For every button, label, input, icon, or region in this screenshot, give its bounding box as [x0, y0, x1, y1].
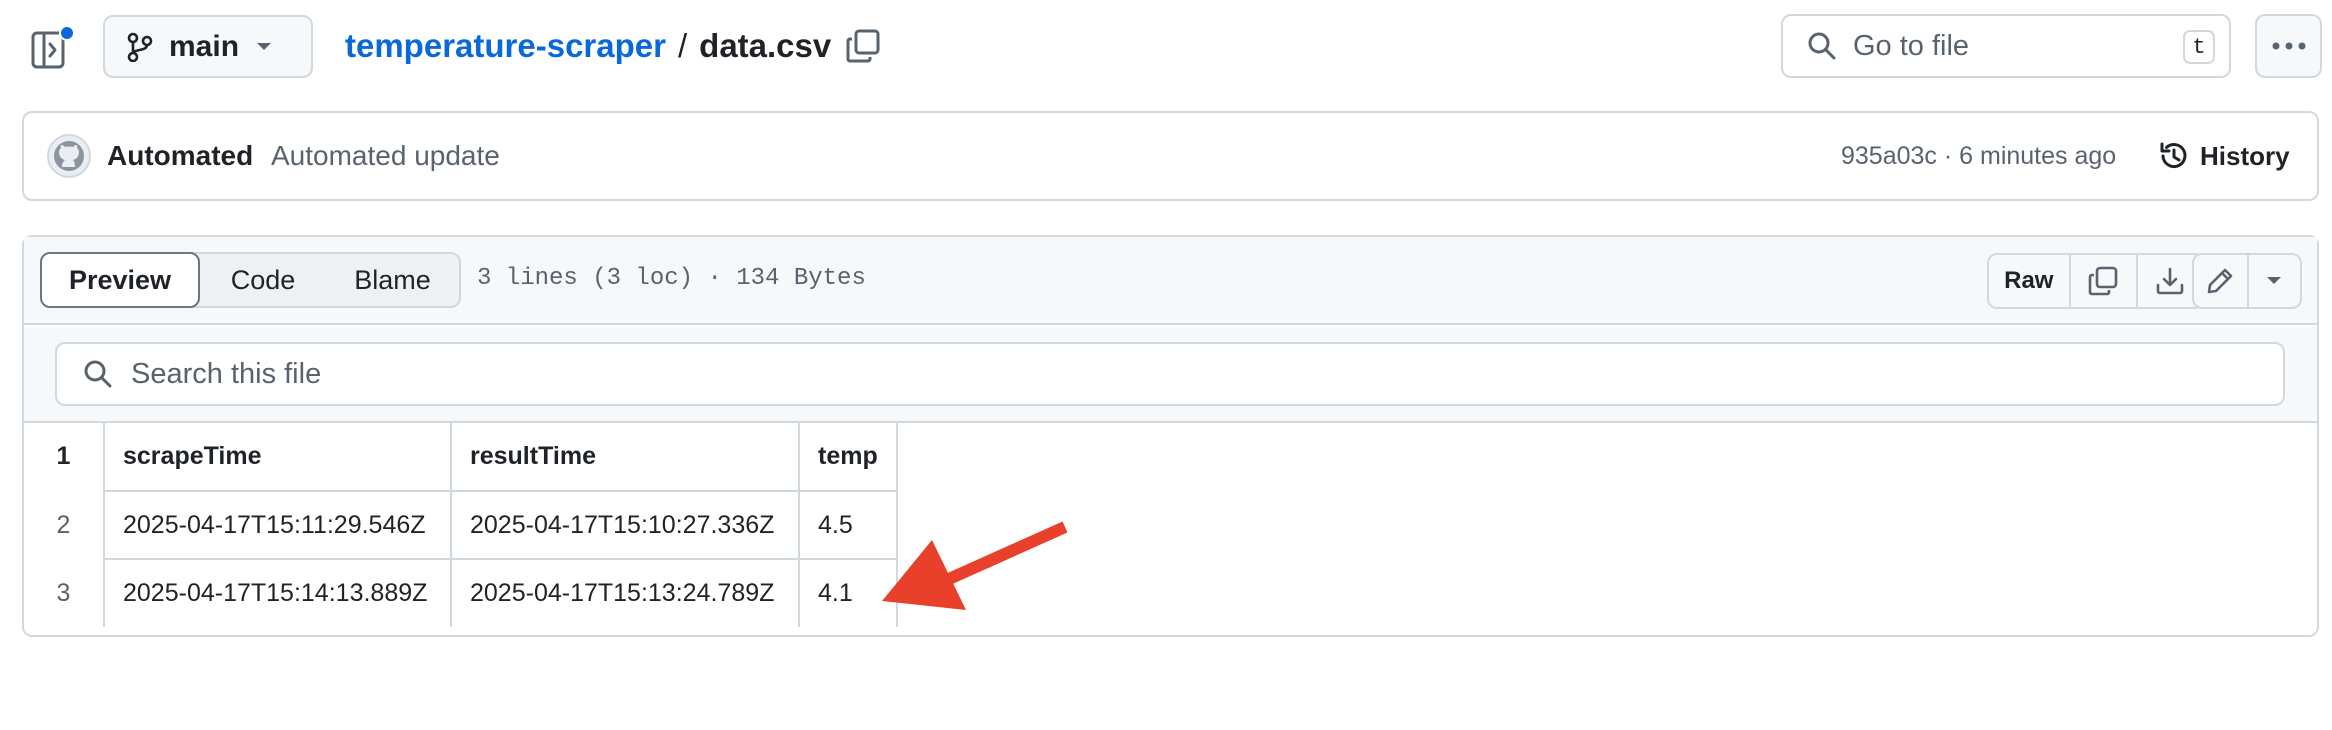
edit-options-dropdown[interactable] [2246, 255, 2300, 307]
file-actions-group: Raw [1987, 253, 2204, 309]
commit-sha-and-time[interactable]: 935a03c · 6 minutes ago [1841, 139, 2116, 173]
column-header: resultTime [450, 423, 800, 492]
download-icon [2156, 267, 2184, 295]
breadcrumb: temperature-scraper / data.csv [345, 20, 831, 72]
table-header-row: 1 scrapeTime resultTime temp [24, 423, 898, 492]
column-header: scrapeTime [103, 423, 452, 492]
line-number[interactable]: 3 [24, 558, 105, 627]
branch-selector[interactable]: main [103, 15, 313, 78]
copy-path-button[interactable] [845, 28, 881, 64]
history-icon [2160, 142, 2187, 169]
line-number[interactable]: 2 [24, 490, 105, 559]
search-this-file-placeholder: Search this file [131, 357, 322, 390]
history-label: History [2200, 140, 2290, 171]
copy-icon [2089, 266, 2118, 296]
breadcrumb-separator: / [677, 27, 688, 64]
pencil-icon [2208, 268, 2233, 294]
tab-blame[interactable]: Blame [330, 252, 455, 308]
red-arrow-icon [882, 521, 1068, 610]
table-row: 2 2025-04-17T15:11:29.546Z 2025-04-17T15… [24, 490, 898, 560]
keyboard-shortcut-badge: t [2183, 30, 2215, 64]
go-to-file-input[interactable]: Go to file t [1781, 14, 2231, 78]
line-number[interactable]: 1 [24, 423, 105, 491]
table-cell: 2025-04-17T15:13:24.789Z [450, 558, 800, 627]
breadcrumb-repo-link[interactable]: temperature-scraper [345, 27, 666, 65]
table-cell: 2025-04-17T15:10:27.336Z [450, 490, 800, 560]
column-header: temp [798, 423, 898, 492]
csv-table: 1 scrapeTime resultTime temp 2 2025-04-1… [24, 423, 898, 627]
copy-raw-button[interactable] [2071, 255, 2137, 307]
raw-button[interactable]: Raw [1989, 255, 2071, 307]
table-row: 3 2025-04-17T15:14:13.889Z 2025-04-17T15… [24, 558, 898, 627]
file-info: 3 lines (3 loc) · 134 Bytes [477, 265, 866, 292]
kebab-horizontal-icon [2272, 42, 2305, 50]
caret-down-icon [2267, 277, 2282, 284]
search-this-file-input[interactable]: Search this file [55, 342, 2285, 406]
tab-preview[interactable]: Preview [40, 252, 200, 308]
sidebar-toggle-button[interactable] [30, 24, 80, 70]
commit-message[interactable]: Automated update [271, 138, 500, 174]
breadcrumb-file-name: data.csv [699, 27, 832, 64]
table-cell: 2025-04-17T15:14:13.889Z [103, 558, 452, 627]
branch-name: main [169, 29, 240, 63]
annotation-arrow [870, 515, 1070, 615]
go-to-file-placeholder: Go to file [1853, 29, 1970, 62]
search-icon [1808, 32, 1836, 60]
sidebar-expand-icon [31, 25, 75, 69]
caret-down-icon [257, 42, 272, 50]
edit-actions-group [2192, 253, 2302, 309]
copy-icon [846, 29, 880, 63]
github-mark-icon [47, 134, 91, 178]
search-icon [84, 360, 112, 388]
git-branch-icon [127, 32, 153, 62]
commit-author[interactable]: Automated [107, 138, 253, 174]
more-options-button[interactable] [2255, 14, 2322, 78]
avatar[interactable] [47, 134, 91, 178]
tab-code[interactable]: Code [208, 252, 318, 308]
table-cell: 2025-04-17T15:11:29.546Z [103, 490, 452, 560]
history-button[interactable]: History [2158, 136, 2290, 176]
edit-file-button[interactable] [2194, 255, 2247, 307]
